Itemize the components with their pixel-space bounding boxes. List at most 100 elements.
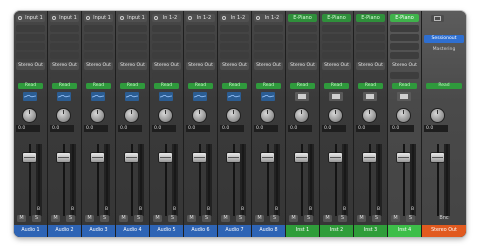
input-selector[interactable]: In 1-2: [254, 14, 283, 22]
automation-mode-button[interactable]: Read: [392, 83, 417, 89]
channel-strip[interactable]: In 1-2 Stereo Out Read 0.0 B M S Audio 7: [218, 11, 252, 237]
eq-thumbnail[interactable]: [193, 92, 207, 101]
track-name[interactable]: Audio 1: [14, 225, 47, 237]
plugin-slot[interactable]: [254, 34, 283, 41]
plugin-slot[interactable]: [16, 25, 45, 32]
plugin-slot[interactable]: [356, 43, 385, 50]
solo-button[interactable]: S: [134, 215, 143, 222]
input-selector[interactable]: In 1-2: [220, 14, 249, 22]
solo-button[interactable]: S: [338, 215, 347, 222]
track-name[interactable]: Audio 3: [82, 225, 115, 237]
pan-knob[interactable]: [295, 109, 308, 122]
send-slot[interactable]: [186, 72, 215, 79]
track-name[interactable]: Audio 7: [218, 225, 251, 237]
input-selector[interactable]: Input 1: [118, 14, 147, 22]
solo-button[interactable]: S: [270, 215, 279, 222]
plugin-slot[interactable]: [288, 52, 317, 59]
pan-knob[interactable]: [397, 109, 410, 122]
plugin-slot[interactable]: [84, 34, 113, 41]
plugin-slot[interactable]: [16, 52, 45, 59]
automation-mode-button[interactable]: Read: [426, 83, 462, 89]
eq-thumbnail[interactable]: [261, 92, 275, 101]
eq-thumbnail[interactable]: [23, 92, 37, 101]
pan-knob[interactable]: [57, 109, 70, 122]
send-slot[interactable]: [220, 72, 249, 79]
mute-button[interactable]: M: [357, 215, 366, 222]
plugin-slot[interactable]: [288, 43, 317, 50]
mute-button[interactable]: M: [323, 215, 332, 222]
volume-fader[interactable]: [431, 153, 444, 162]
eq-thumbnail[interactable]: [91, 92, 105, 101]
plugin-slot[interactable]: [390, 25, 419, 32]
send-slot[interactable]: [16, 72, 45, 79]
pan-knob[interactable]: [91, 109, 104, 122]
automation-mode-button[interactable]: Read: [52, 83, 77, 89]
instrument-icon[interactable]: [329, 92, 343, 101]
mute-button[interactable]: M: [153, 215, 162, 222]
volume-fader[interactable]: [329, 153, 342, 162]
volume-fader[interactable]: [159, 153, 172, 162]
instrument-slot[interactable]: E-Piano: [356, 14, 385, 22]
send-slot[interactable]: [152, 72, 181, 79]
plugin-slot[interactable]: [152, 52, 181, 59]
session-output-button[interactable]: Sessionout: [424, 35, 464, 43]
bounce-button[interactable]: Bnc: [426, 215, 462, 222]
pan-knob[interactable]: [431, 109, 444, 122]
link-icon[interactable]: [431, 15, 444, 22]
plugin-slot[interactable]: [322, 52, 351, 59]
automation-mode-button[interactable]: Read: [358, 83, 383, 89]
plugin-slot[interactable]: [220, 34, 249, 41]
channel-strip[interactable]: In 1-2 Stereo Out Read 0.0 B M S Audio 8: [252, 11, 286, 237]
plugin-slot[interactable]: [118, 25, 147, 32]
plugin-slot[interactable]: [288, 34, 317, 41]
channel-strip[interactable]: Input 1 Stereo Out Read 0.0 B M S Audio 2: [48, 11, 82, 237]
volume-fader[interactable]: [23, 153, 36, 162]
input-selector[interactable]: Input 1: [50, 14, 79, 22]
solo-button[interactable]: S: [406, 215, 415, 222]
track-name[interactable]: Inst 2: [320, 225, 353, 237]
plugin-slot[interactable]: [152, 43, 181, 50]
plugin-slot[interactable]: [84, 25, 113, 32]
plugin-slot[interactable]: [322, 43, 351, 50]
input-selector[interactable]: Input 1: [84, 14, 113, 22]
plugin-slot[interactable]: [390, 43, 419, 50]
solo-button[interactable]: S: [66, 215, 75, 222]
track-name[interactable]: Audio 4: [116, 225, 149, 237]
plugin-slot[interactable]: [356, 52, 385, 59]
channel-strip[interactable]: E-Piano Stereo Out Read 0.0 B M S Inst 1: [286, 11, 320, 237]
send-slot[interactable]: [356, 72, 385, 79]
mute-button[interactable]: M: [17, 215, 26, 222]
automation-mode-button[interactable]: Read: [324, 83, 349, 89]
solo-button[interactable]: S: [168, 215, 177, 222]
output-selector[interactable]: Stereo Out: [84, 62, 113, 70]
track-name[interactable]: Audio 6: [184, 225, 217, 237]
send-slot[interactable]: [254, 72, 283, 79]
channel-strip[interactable]: In 1-2 Stereo Out Read 0.0 B M S Audio 6: [184, 11, 218, 237]
output-selector[interactable]: Stereo Out: [220, 62, 249, 70]
output-selector[interactable]: Stereo Out: [390, 62, 419, 70]
channel-strip[interactable]: Input 1 Stereo Out Read 0.0 B M S Audio 1: [14, 11, 48, 237]
plugin-slot[interactable]: [288, 25, 317, 32]
pan-knob[interactable]: [363, 109, 376, 122]
send-slot[interactable]: [50, 72, 79, 79]
automation-mode-button[interactable]: Read: [154, 83, 179, 89]
instrument-icon[interactable]: [295, 92, 309, 101]
plugin-slot[interactable]: [220, 43, 249, 50]
plugin-slot[interactable]: [254, 43, 283, 50]
mute-button[interactable]: M: [221, 215, 230, 222]
send-slot[interactable]: [390, 72, 419, 79]
solo-button[interactable]: S: [372, 215, 381, 222]
track-name[interactable]: Inst 1: [286, 225, 319, 237]
instrument-slot[interactable]: E-Piano: [390, 14, 419, 22]
channel-strip[interactable]: E-Piano Stereo Out Read 0.0 B M S Inst 4: [388, 11, 422, 237]
volume-fader[interactable]: [57, 153, 70, 162]
instrument-slot[interactable]: E-Piano: [322, 14, 351, 22]
plugin-slot[interactable]: [186, 34, 215, 41]
plugin-slot[interactable]: [356, 25, 385, 32]
plugin-slot[interactable]: [50, 52, 79, 59]
volume-fader[interactable]: [295, 153, 308, 162]
mute-button[interactable]: M: [85, 215, 94, 222]
plugin-slot[interactable]: [16, 34, 45, 41]
send-slot[interactable]: [288, 72, 317, 79]
automation-mode-button[interactable]: Read: [222, 83, 247, 89]
